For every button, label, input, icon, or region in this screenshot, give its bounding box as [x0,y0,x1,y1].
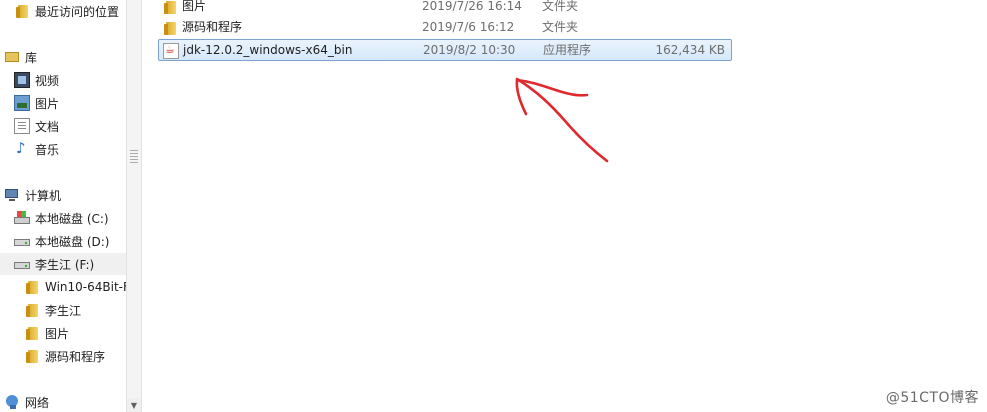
file-size: 162,434 KB [655,43,725,57]
file-name: jdk-12.0.2_windows-x64_bin [183,43,353,57]
folder-icon [24,325,40,341]
nav-library-documents[interactable]: 文档 [14,115,59,137]
file-list: 图片 2019/7/26 16:14 文件夹 源码和程序 2019/7/6 16… [143,0,987,412]
picture-icon [14,95,30,111]
nav-folder-source[interactable]: 源码和程序 [24,345,105,367]
java-installer-icon [163,43,179,59]
scroll-down-icon[interactable]: ▼ [127,398,141,412]
pane-splitter[interactable]: ▼ [126,0,142,412]
watermark: @51CTO博客 [885,390,979,406]
drive-icon [14,256,30,272]
file-date: 2019/7/6 16:12 [422,20,515,34]
library-icon [4,49,20,65]
nav-library-pictures[interactable]: 图片 [14,92,59,114]
file-row-jdk-installer[interactable]: jdk-12.0.2_windows-x64_bin 2019/8/2 10:3… [158,39,732,61]
folder-icon [162,20,178,36]
file-type: 文件夹 [542,0,579,13]
nav-label: 源码和程序 [45,349,106,364]
nav-label: 文档 [35,119,60,134]
nav-label: 李生江 [45,303,82,318]
recent-places-icon [14,3,30,19]
system-drive-icon [14,210,30,226]
drive-icon [14,233,30,249]
document-icon [14,118,30,134]
nav-folder-lishengjiang[interactable]: 李生江 [24,299,81,321]
nav-label: 最近访问的位置 [35,4,120,19]
nav-computer[interactable]: 计算机 [4,184,61,206]
file-type: 文件夹 [542,20,579,34]
nav-library-music[interactable]: 音乐 [14,138,59,160]
file-name: 图片 [182,0,207,13]
nav-label: 李生江 (F:) [35,257,95,272]
file-row-source[interactable]: 源码和程序 2019/7/6 16:12 文件夹 [158,17,732,38]
nav-drive-f[interactable]: 李生江 (F:) [0,253,126,275]
nav-recent-places[interactable]: 最近访问的位置 [14,0,119,22]
nav-label: 视频 [35,73,60,88]
file-row-pictures[interactable]: 图片 2019/7/26 16:14 文件夹 [158,0,732,17]
nav-label: 图片 [45,326,70,341]
nav-label: 音乐 [35,142,60,157]
nav-network[interactable]: 网络 [4,391,49,412]
nav-label: 库 [25,50,38,65]
nav-drive-c[interactable]: 本地磁盘 (C:) [14,207,109,229]
nav-label: 图片 [35,96,60,111]
file-date: 2019/8/2 10:30 [423,43,516,57]
folder-icon [24,302,40,318]
music-icon [14,139,30,157]
folder-icon [24,348,40,364]
nav-label: 本地磁盘 (C:) [35,211,109,226]
nav-libraries[interactable]: 库 [4,46,37,68]
file-type: 应用程序 [543,43,592,57]
file-name: 源码和程序 [182,20,243,34]
file-date: 2019/7/26 16:14 [422,0,522,13]
computer-icon [4,187,20,203]
network-icon [4,394,20,410]
nav-label: 本地磁盘 (D:) [35,234,110,249]
video-icon [14,72,30,88]
nav-drive-d[interactable]: 本地磁盘 (D:) [14,230,109,252]
nav-folder-pictures[interactable]: 图片 [24,322,69,344]
nav-folder-win10[interactable]: Win10-64Bit-F [24,276,126,298]
nav-label: 网络 [25,395,50,410]
navigation-pane: 最近访问的位置 库 视频 图片 文档 音乐 计算机 本地磁盘 (C:) 本地磁盘… [0,0,126,412]
folder-icon [162,0,178,15]
nav-library-videos[interactable]: 视频 [14,69,59,91]
nav-label: 计算机 [25,188,62,203]
nav-label: Win10-64Bit-F [45,280,126,294]
folder-icon [24,279,40,295]
splitter-grip-icon[interactable] [130,150,138,164]
